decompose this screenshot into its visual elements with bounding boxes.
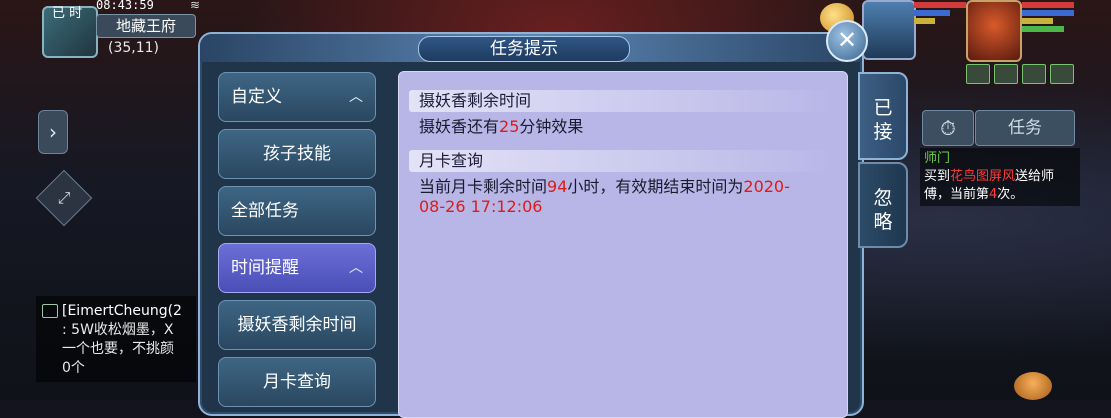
chevron-up-icon: ︿ (349, 89, 363, 105)
expand-left-arrow-icon[interactable]: › (38, 110, 68, 154)
wifi-icon: ≋ (190, 0, 201, 12)
chat-window[interactable]: [EimertCheung(2 : 5W收松烟墨，X 一个也要，不挑颜 0个 (36, 296, 196, 382)
dialog-title: 任务提示 (418, 36, 630, 62)
buff-bar (966, 64, 1074, 84)
section-header: 摄妖香剩余时间 (409, 90, 835, 112)
chevron-up-icon: ︿ (349, 260, 363, 276)
close-icon[interactable]: ✕ (826, 20, 868, 62)
section-header: 月卡查询 (409, 150, 835, 172)
player-portrait[interactable] (966, 0, 1022, 62)
tab-accepted[interactable]: 已 接 (858, 72, 908, 160)
chat-line: 一个也要，不挑颜 (62, 341, 174, 357)
task-category: 师门 (924, 151, 951, 166)
chat-line: 0个 (62, 360, 85, 376)
menu-item-child-skills[interactable]: 孩子技能 (218, 129, 376, 179)
card-expiry-date: 2020- (743, 177, 790, 196)
location-name[interactable]: 地藏王府 (96, 14, 196, 38)
card-expiry-date-cont: 08-26 17:12:06 (419, 197, 543, 216)
menu-item-incense-time[interactable]: 摄妖香剩余时间 (218, 300, 376, 350)
chat-line: : 5W收松烟墨，X (62, 322, 174, 338)
buff-icon[interactable] (994, 64, 1018, 84)
tab-ignored[interactable]: 忽 略 (858, 162, 908, 248)
chat-line: [EimertCheung(2 (62, 303, 182, 319)
timer-icon[interactable]: ⏱ (922, 110, 974, 146)
buff-icon[interactable] (966, 64, 990, 84)
task-description: 买到花鸟图屏风送给师傅，当前第4次。 (924, 169, 1055, 202)
task-tracker-info[interactable]: 师门 买到花鸟图屏风送给师傅，当前第4次。 (920, 148, 1080, 206)
menu-item-time-reminder[interactable]: 时间提醒 ︿ (218, 243, 376, 293)
dialog-title-bar: 任务提示 (200, 34, 862, 62)
section-body: 摄妖香还有25分钟效果 (419, 117, 584, 136)
helper-mascot-icon[interactable] (1014, 372, 1052, 400)
menu-item-custom[interactable]: 自定义 ︿ (218, 72, 376, 122)
player-status-bars (1022, 2, 1074, 34)
task-tracker-button[interactable]: 任务 (975, 110, 1075, 146)
location-coords: (35,11) (108, 40, 160, 56)
buff-icon[interactable] (1050, 64, 1074, 84)
content-panel: 摄妖香剩余时间 摄妖香还有25分钟效果 月卡查询 当前月卡剩余时间94小时，有效… (398, 71, 848, 418)
time-label: 已 时 (52, 6, 83, 21)
menu-item-all-tasks[interactable]: 全部任务 (218, 186, 376, 236)
task-item-link[interactable]: 花鸟图屏风 (950, 169, 1015, 184)
clock-time: 08:43:59 (96, 0, 154, 12)
card-hours: 94 (547, 177, 568, 196)
location-widget[interactable]: 已 时 08:43:59 ≋ 地藏王府 (35,11) (38, 0, 200, 58)
pet-portrait[interactable] (862, 0, 916, 60)
buff-icon[interactable] (1022, 64, 1046, 84)
pet-status-bars (914, 2, 966, 26)
section-body: 当前月卡剩余时间94小时，有效期结束时间为2020- 08-26 17:12:0… (419, 177, 790, 216)
incense-minutes: 25 (499, 117, 520, 136)
chat-channel-icon[interactable] (42, 304, 58, 318)
task-hint-dialog: 任务提示 自定义 ︿ 孩子技能 全部任务 时间提醒 ︿ 摄妖香剩余时间 月卡查询… (198, 32, 864, 418)
